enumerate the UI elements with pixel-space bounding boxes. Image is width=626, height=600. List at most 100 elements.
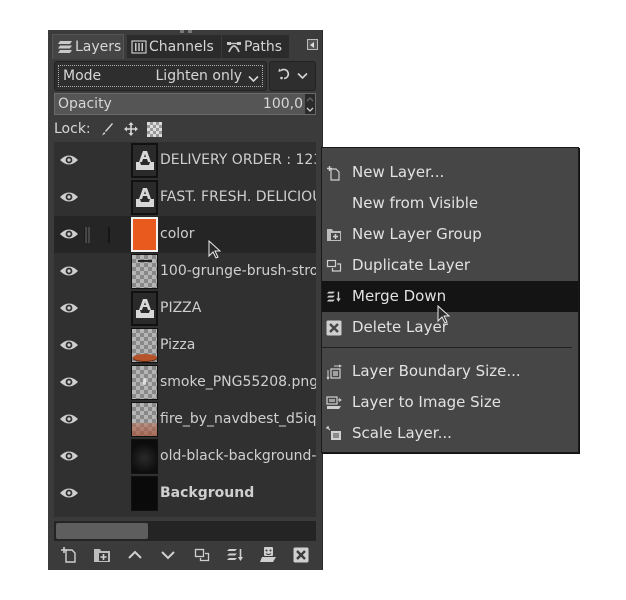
layer-name[interactable]: 100-grunge-brush-strok: [160, 263, 316, 279]
opacity-slider[interactable]: Opacity 100,0: [54, 93, 316, 115]
menu-item-new-from-visible[interactable]: New from Visible: [322, 188, 578, 219]
link-chain-toggle[interactable]: [84, 188, 112, 208]
channels-icon: [131, 39, 147, 54]
layer-row[interactable]: color: [54, 216, 316, 253]
layer-thumbnail: [131, 365, 158, 400]
visibility-eye-icon[interactable]: [59, 190, 79, 204]
layer-row[interactable]: PIZZA: [54, 290, 316, 327]
new-layer-icon: [326, 165, 342, 181]
lower-layer-button[interactable]: [158, 545, 178, 565]
visibility-eye-icon[interactable]: [59, 412, 79, 426]
link-chain-toggle[interactable]: [84, 484, 112, 504]
text-layer-thumbnail-icon: [131, 180, 158, 215]
layer-name[interactable]: Background: [160, 485, 316, 501]
tab-label: Paths: [244, 38, 283, 55]
opacity-label: Opacity: [58, 96, 112, 112]
mode-value: Lighten only: [155, 68, 243, 84]
lock-label: Lock:: [54, 121, 91, 137]
tab-channels[interactable]: Channels: [127, 35, 221, 58]
link-chain-toggle[interactable]: [84, 373, 112, 393]
mode-dropdown[interactable]: Mode Lighten only: [54, 61, 267, 91]
layer-row[interactable]: fire_by_navdbest_d5iq1: [54, 401, 316, 438]
visibility-eye-icon[interactable]: [59, 375, 79, 389]
visibility-eye-icon[interactable]: [59, 264, 79, 278]
link-chain-toggle[interactable]: [84, 262, 112, 282]
merge-down-icon: [326, 289, 342, 305]
layer-row[interactable]: Background: [54, 475, 316, 512]
tab-layers[interactable]: Layers: [52, 34, 124, 59]
layer-name[interactable]: fire_by_navdbest_d5iq1: [160, 411, 316, 427]
menu-item-new-layer[interactable]: New Layer...: [322, 157, 578, 188]
visibility-eye-icon[interactable]: [59, 449, 79, 463]
layer-name[interactable]: smoke_PNG55208.png: [160, 374, 316, 390]
layer-name[interactable]: DELIVERY ORDER : 123-: [160, 152, 316, 168]
delete-icon: [293, 547, 309, 563]
new-layer-group-button[interactable]: [92, 545, 112, 565]
menu-item-label: Duplicate Layer: [352, 256, 471, 274]
layers-list: DELIVERY ORDER : 123- FAST. FRESH. DELICI…: [54, 142, 316, 517]
opacity-spinner[interactable]: [305, 94, 315, 114]
link-chain-toggle[interactable]: [84, 410, 112, 430]
layer-thumbnail: [131, 476, 158, 511]
anchor-layer-button[interactable]: [258, 545, 278, 565]
visibility-eye-icon[interactable]: [59, 301, 79, 315]
menu-item-layer-boundary-size[interactable]: Layer Boundary Size...: [322, 356, 578, 387]
link-chain-toggle[interactable]: [84, 447, 112, 467]
menu-item-label: Scale Layer...: [352, 424, 452, 442]
tab-label: Layers: [75, 39, 122, 55]
visibility-eye-icon[interactable]: [59, 153, 79, 167]
layers-dock-panel: Layers Channels Paths Mode Lighten only: [48, 30, 323, 570]
raise-layer-button[interactable]: [125, 545, 145, 565]
visibility-eye-icon[interactable]: [59, 338, 79, 352]
chevron-down-icon: [297, 68, 308, 84]
visibility-eye-icon[interactable]: [59, 227, 79, 241]
lock-pixels-brush-icon[interactable]: [99, 121, 115, 137]
merge-down-button[interactable]: [225, 545, 245, 565]
layer-row[interactable]: DELIVERY ORDER : 123-: [54, 142, 316, 179]
menu-separator: [322, 347, 572, 348]
mouse-cursor-icon: [437, 305, 451, 324]
layer-thumbnail: [131, 217, 158, 252]
layer-row[interactable]: 100-grunge-brush-strok: [54, 253, 316, 290]
chevron-up-icon: [128, 550, 142, 559]
new-layer-button[interactable]: [59, 545, 79, 565]
link-chain-toggle[interactable]: [84, 299, 112, 319]
layer-row[interactable]: Pizza: [54, 327, 316, 364]
tab-paths[interactable]: Paths: [222, 35, 289, 58]
delete-icon: [326, 320, 342, 336]
delete-layer-button[interactable]: [291, 545, 311, 565]
layer-name[interactable]: old-black-background-g: [160, 448, 316, 464]
menu-item-duplicate-layer[interactable]: Duplicate Layer: [322, 250, 578, 281]
reset-icon: [277, 67, 291, 85]
lock-alpha-checker-icon[interactable]: [147, 121, 163, 137]
lock-position-move-icon[interactable]: [123, 121, 139, 137]
layers-bottom-toolbar: [54, 543, 316, 567]
menu-item-scale-layer[interactable]: Scale Layer...: [322, 418, 578, 449]
duplicate-icon: [194, 548, 209, 562]
opacity-value: 100,0: [262, 96, 303, 112]
mouse-cursor-icon: [208, 240, 222, 259]
layer-thumbnail: [131, 328, 158, 363]
layer-to-image-size-icon: [326, 395, 342, 411]
layer-name[interactable]: FAST. FRESH. DELICIOUS: [160, 189, 316, 205]
menu-item-layer-to-image-size[interactable]: Layer to Image Size: [322, 387, 578, 418]
scale-layer-icon: [326, 426, 342, 442]
layer-name[interactable]: color: [160, 226, 316, 242]
layer-row[interactable]: old-black-background-g: [54, 438, 316, 475]
link-chain-toggle[interactable]: [84, 336, 112, 356]
visibility-eye-icon[interactable]: [59, 486, 79, 500]
panel-menu-button[interactable]: [307, 39, 318, 50]
menu-item-new-layer-group[interactable]: New Layer Group: [322, 219, 578, 250]
layer-row[interactable]: FAST. FRESH. DELICIOUS: [54, 179, 316, 216]
link-chain-toggle[interactable]: [83, 225, 112, 245]
link-chain-toggle[interactable]: [84, 151, 112, 171]
layer-name[interactable]: Pizza: [160, 337, 316, 353]
layer-row[interactable]: smoke_PNG55208.png: [54, 364, 316, 401]
duplicate-layer-button[interactable]: [192, 545, 212, 565]
merge-down-icon: [226, 549, 243, 561]
horizontal-scrollbar[interactable]: [54, 521, 316, 541]
layer-name[interactable]: PIZZA: [160, 300, 316, 316]
menu-item-label: New Layer Group: [352, 225, 482, 243]
mode-reset-dropdown[interactable]: [269, 61, 316, 91]
scrollbar-thumb[interactable]: [56, 523, 148, 539]
